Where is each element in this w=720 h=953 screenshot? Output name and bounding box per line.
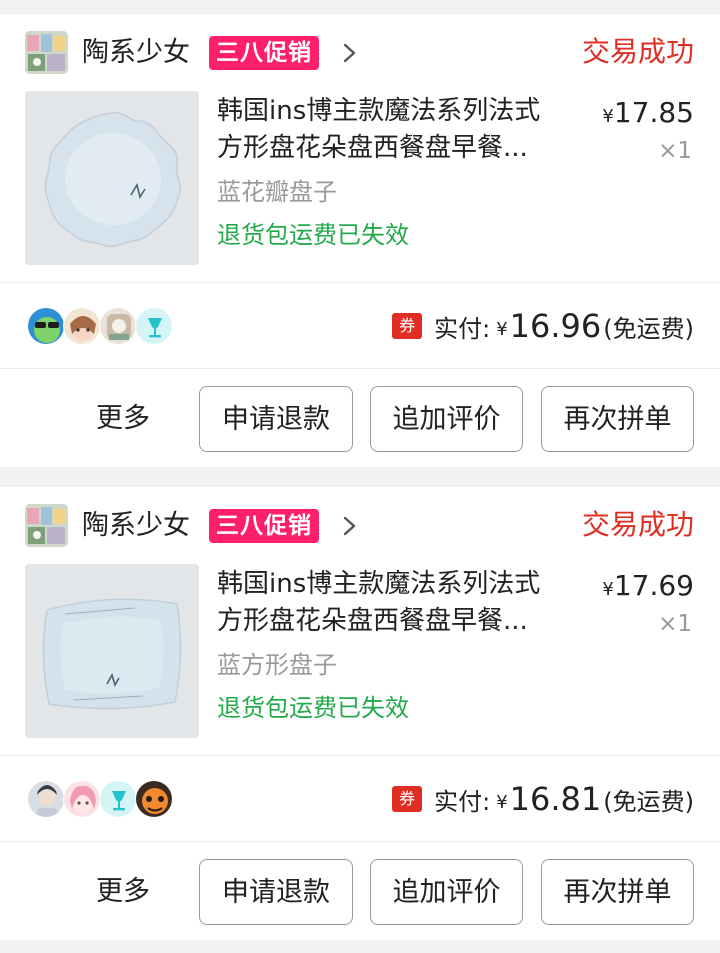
avatar — [99, 307, 137, 345]
shop-avatar[interactable] — [25, 31, 68, 74]
reorder-button[interactable]: 再次拼单 — [541, 859, 694, 925]
currency-symbol: ¥ — [496, 791, 508, 813]
paid-amount: 16.81 — [509, 780, 602, 818]
shop-name[interactable]: 陶系少女 — [82, 507, 190, 545]
shop-avatar[interactable] — [25, 504, 68, 547]
divider — [0, 841, 720, 842]
payment-summary: 券 实付: ¥ 16.81 (免运费) — [392, 779, 694, 819]
more-button[interactable]: 更多 — [96, 399, 150, 439]
product-quantity: ×1 — [658, 611, 692, 637]
divider — [0, 755, 720, 756]
order-status: 交易成功 — [581, 35, 694, 68]
coupon-icon: 券 — [392, 313, 423, 339]
avatar — [63, 307, 101, 345]
refund-button[interactable]: 申请退款 — [199, 386, 353, 452]
avatar — [99, 780, 137, 818]
product-spec: 蓝方形盘子 — [217, 651, 337, 679]
product-quantity: ×1 — [658, 138, 692, 164]
product-image[interactable] — [25, 91, 199, 265]
order-card[interactable]: 陶系少女 三八促销 交易成功 韩国ins博主款魔法系列法式 方形盘花朵盘西餐盘早… — [0, 487, 720, 940]
product-title[interactable]: 韩国ins博主款魔法系列法式 方形盘花朵盘西餐盘早餐... — [217, 566, 577, 640]
avatar — [135, 307, 173, 345]
avatar — [63, 780, 101, 818]
product-spec: 蓝花瓣盘子 — [217, 178, 337, 206]
divider — [0, 282, 720, 283]
product-title-line: 方形盘花朵盘西餐盘早餐... — [217, 606, 528, 636]
shop-name[interactable]: 陶系少女 — [82, 34, 190, 72]
product-title[interactable]: 韩国ins博主款魔法系列法式 方形盘花朵盘西餐盘早餐... — [217, 93, 577, 167]
avatar — [135, 780, 173, 818]
price-value: 17.85 — [613, 96, 694, 129]
paid-label: 实付: — [434, 314, 491, 343]
add-review-button[interactable]: 追加评价 — [370, 859, 523, 925]
shipping-note: (免运费) — [603, 314, 694, 343]
currency-symbol: ¥ — [602, 106, 614, 127]
price-value: 17.69 — [613, 569, 694, 602]
return-shipping-tag: 退货包运费已失效 — [217, 694, 409, 722]
coupon-icon: 券 — [392, 786, 423, 812]
more-button[interactable]: 更多 — [96, 872, 150, 912]
product-title-line: 韩国ins博主款魔法系列法式 — [217, 96, 541, 126]
avatar — [27, 780, 65, 818]
divider — [0, 368, 720, 369]
add-review-button[interactable]: 追加评价 — [370, 386, 523, 452]
product-price: ¥17.85 — [602, 94, 694, 135]
currency-symbol: ¥ — [496, 318, 508, 340]
promo-badge: 三八促销 — [209, 509, 319, 543]
order-card[interactable]: 陶系少女 三八促销 交易成功 韩国ins博主款魔法系列法式 方形盘花朵盘西餐盘早… — [0, 14, 720, 467]
refund-button[interactable]: 申请退款 — [199, 859, 353, 925]
return-shipping-tag: 退货包运费已失效 — [217, 221, 409, 249]
payment-summary: 券 实付: ¥ 16.96 (免运费) — [392, 306, 694, 346]
chevron-right-icon[interactable] — [340, 36, 360, 70]
paid-amount: 16.96 — [509, 307, 602, 345]
paid-label: 实付: — [434, 787, 491, 816]
product-title-line: 方形盘花朵盘西餐盘早餐... — [217, 133, 528, 163]
product-title-line: 韩国ins博主款魔法系列法式 — [217, 569, 541, 599]
promo-badge: 三八促销 — [209, 36, 319, 70]
product-image[interactable] — [25, 564, 199, 738]
chevron-right-icon[interactable] — [340, 509, 360, 543]
shipping-note: (免运费) — [603, 787, 694, 816]
avatar — [27, 307, 65, 345]
product-price: ¥17.69 — [602, 567, 694, 608]
reorder-button[interactable]: 再次拼单 — [541, 386, 694, 452]
currency-symbol: ¥ — [602, 579, 614, 600]
order-status: 交易成功 — [581, 508, 694, 541]
